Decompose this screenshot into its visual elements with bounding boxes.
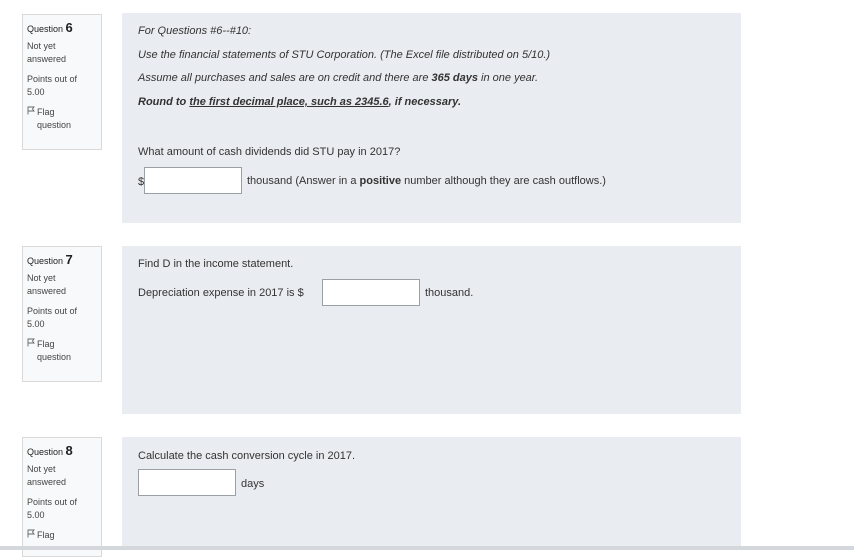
flag-label-7: Flag question bbox=[37, 339, 72, 362]
flag-question-6[interactable]: Flag question bbox=[27, 106, 101, 132]
question-number-7: Question 7 bbox=[27, 252, 73, 267]
question-info-8: Question 8 Not yet answered Points out o… bbox=[22, 437, 102, 557]
question-prompt-7: Find D in the income statement. bbox=[138, 258, 294, 270]
answer-suffix-8: days bbox=[241, 478, 265, 490]
answer-input-7[interactable] bbox=[322, 279, 420, 306]
question-status-8: Not yet answered bbox=[27, 464, 67, 487]
question-prompt-8: Calculate the cash conversion cycle in 2… bbox=[138, 450, 356, 462]
instructions-heading: For Questions #6--#10: bbox=[138, 25, 252, 37]
question-points-8: Points out of 5.00 bbox=[27, 497, 78, 520]
question-number-6: Question 6 bbox=[27, 20, 73, 35]
flag-outline-icon bbox=[27, 338, 35, 347]
flag-outline-icon bbox=[27, 529, 35, 538]
question-prompt-6: What amount of cash dividends did STU pa… bbox=[138, 146, 401, 158]
question-content-6: For Questions #6--#10: Use the financial… bbox=[122, 13, 741, 223]
instructions-line-1: Use the financial statements of STU Corp… bbox=[138, 49, 551, 61]
instructions-line-3: Round to the first decimal place, such a… bbox=[138, 96, 462, 108]
answer-suffix-7: thousand. bbox=[425, 287, 474, 299]
answer-suffix-6: thousand (Answer in a positive number al… bbox=[247, 175, 606, 187]
instructions-line-2: Assume all purchases and sales are on cr… bbox=[138, 72, 539, 84]
flag-question-8[interactable]: Flag bbox=[27, 529, 101, 542]
answer-input-8[interactable] bbox=[138, 469, 236, 496]
question-info-7: Question 7 Not yet answered Points out o… bbox=[22, 246, 102, 382]
question-status-6: Not yet answered bbox=[27, 41, 67, 64]
flag-label-8: Flag bbox=[37, 530, 55, 540]
question-number-8: Question 8 bbox=[27, 443, 73, 458]
flag-question-7[interactable]: Flag question bbox=[27, 338, 101, 364]
question-points-6: Points out of 5.00 bbox=[27, 74, 78, 97]
horizontal-scrollbar[interactable] bbox=[0, 546, 854, 550]
question-points-7: Points out of 5.00 bbox=[27, 306, 78, 329]
flag-label-6: Flag question bbox=[37, 107, 72, 130]
question-content-7: Find D in the income statement. Deprecia… bbox=[122, 246, 741, 414]
question-status-7: Not yet answered bbox=[27, 273, 67, 296]
question-content-8: Calculate the cash conversion cycle in 2… bbox=[122, 437, 741, 550]
flag-outline-icon bbox=[27, 106, 35, 115]
question-info-6: Question 6 Not yet answered Points out o… bbox=[22, 14, 102, 150]
answer-input-6[interactable] bbox=[144, 167, 242, 194]
question-sentence-7: Depreciation expense in 2017 is $ bbox=[138, 287, 304, 299]
